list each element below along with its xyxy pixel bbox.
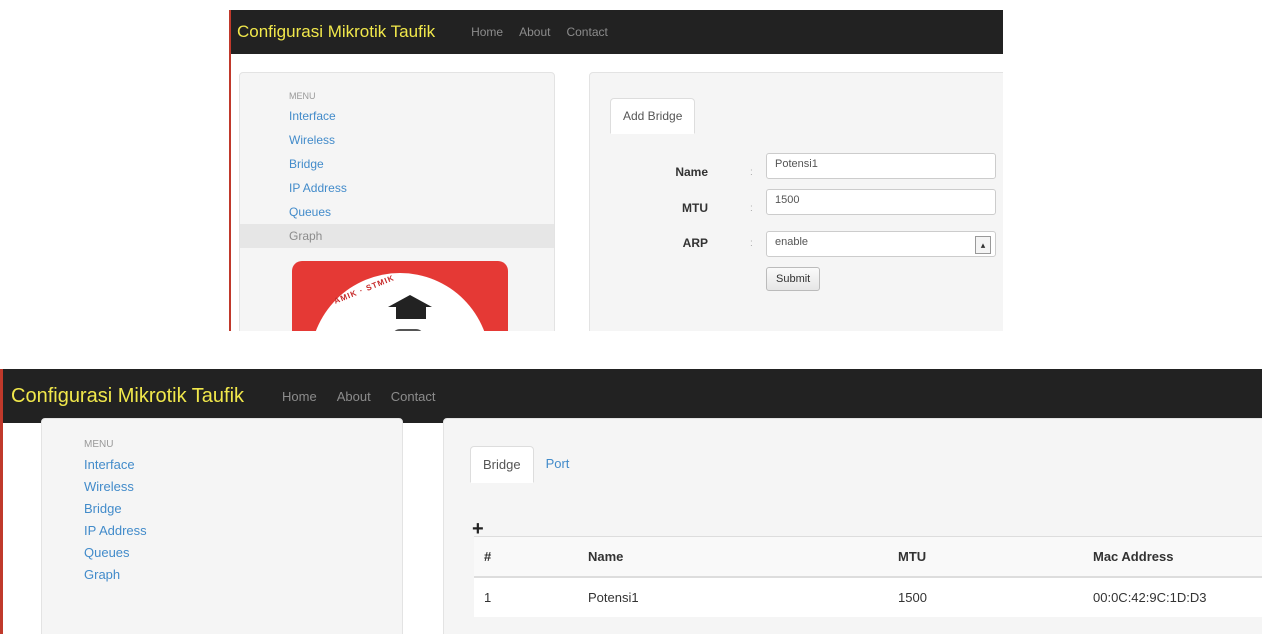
- cell-name: Potensi1: [578, 576, 888, 617]
- mtu-colon: :: [750, 203, 753, 214]
- nav-home[interactable]: Home: [282, 389, 317, 404]
- campus-logo: AMIK · STMIK: [292, 261, 508, 331]
- cell-number: 1: [474, 576, 578, 617]
- arp-select[interactable]: enable ▴: [766, 231, 996, 257]
- column-header-mac-address: Mac Address: [1083, 536, 1262, 578]
- arp-colon: :: [750, 238, 753, 249]
- select-arrow-icon: ▴: [975, 236, 991, 254]
- book-icon: [392, 329, 424, 331]
- cell-mac-address: 00:0C:42:9C:1D:D3: [1083, 576, 1262, 617]
- bridge-list-screenshot: Configurasi Mikrotik Taufik Home About C…: [0, 369, 1262, 634]
- nav-home[interactable]: Home: [471, 25, 503, 39]
- arp-label: ARP: [682, 236, 708, 250]
- nav-contact[interactable]: Contact: [566, 25, 607, 39]
- sidebar-item-bridge[interactable]: Bridge: [42, 498, 402, 520]
- column-header-mtu: MTU: [888, 536, 1083, 578]
- nav-contact[interactable]: Contact: [391, 389, 436, 404]
- arp-select-value: enable: [775, 236, 809, 248]
- graduation-cap-base-icon: [396, 307, 426, 319]
- sidebar-item-bridge[interactable]: Bridge: [240, 152, 554, 176]
- sidebar-item-wireless[interactable]: Wireless: [42, 476, 402, 498]
- graduation-cap-icon: [388, 295, 432, 307]
- nav-about[interactable]: About: [337, 389, 371, 404]
- tab-list: Add Bridge: [610, 98, 696, 134]
- nav-about[interactable]: About: [519, 25, 550, 39]
- mtu-input[interactable]: 1500: [766, 189, 996, 215]
- add-bridge-panel: Add Bridge Name : Potensi1 MTU : 1500 AR…: [589, 72, 1003, 331]
- sidebar-item-queues[interactable]: Queues: [42, 542, 402, 564]
- column-header-name: Name: [578, 536, 888, 578]
- brand-title[interactable]: Configurasi Mikrotik Taufik: [237, 22, 435, 42]
- top-navbar: Configurasi Mikrotik Taufik Home About C…: [3, 369, 1262, 423]
- name-input[interactable]: Potensi1: [766, 153, 996, 179]
- sidebar-item-interface[interactable]: Interface: [240, 104, 554, 128]
- table-row[interactable]: 1 Potensi1 1500 00:0C:42:9C:1D:D3: [474, 576, 1262, 617]
- bridge-table: # Name MTU Mac Address 1 Potensi1 1500 0…: [474, 536, 1262, 617]
- tab-list: Bridge Port: [470, 446, 581, 483]
- tab-port[interactable]: Port: [534, 446, 582, 483]
- mtu-label: MTU: [682, 201, 708, 215]
- column-header-number: #: [474, 536, 578, 578]
- sidebar-menu: MENU Interface Wireless Bridge IP Addres…: [239, 72, 555, 331]
- submit-button[interactable]: Submit: [766, 267, 821, 291]
- menu-header: MENU: [289, 91, 316, 101]
- sidebar-item-wireless[interactable]: Wireless: [240, 128, 554, 152]
- sidebar-item-interface[interactable]: Interface: [42, 454, 402, 476]
- sidebar-item-ip-address[interactable]: IP Address: [42, 520, 402, 542]
- top-navbar: Configurasi Mikrotik Taufik Home About C…: [231, 10, 1003, 54]
- sidebar-item-graph[interactable]: Graph: [42, 564, 402, 586]
- add-bridge-screenshot: Configurasi Mikrotik Taufik Home About C…: [229, 10, 1003, 331]
- name-label: Name: [675, 165, 708, 179]
- name-colon: :: [750, 167, 753, 178]
- tab-bridge[interactable]: Bridge: [470, 446, 534, 483]
- sidebar-item-queues[interactable]: Queues: [240, 200, 554, 224]
- table-header-row: # Name MTU Mac Address: [474, 536, 1262, 578]
- brand-title[interactable]: Configurasi Mikrotik Taufik: [11, 385, 244, 408]
- bridge-list-panel: Bridge Port + # Name MTU Mac Address 1 P…: [443, 418, 1262, 634]
- tab-add-bridge[interactable]: Add Bridge: [610, 98, 696, 134]
- cell-mtu: 1500: [888, 576, 1083, 617]
- sidebar-item-ip-address[interactable]: IP Address: [240, 176, 554, 200]
- sidebar-item-graph[interactable]: Graph: [240, 224, 554, 248]
- sidebar-menu: MENU Interface Wireless Bridge IP Addres…: [41, 418, 403, 634]
- menu-header: MENU: [84, 439, 114, 450]
